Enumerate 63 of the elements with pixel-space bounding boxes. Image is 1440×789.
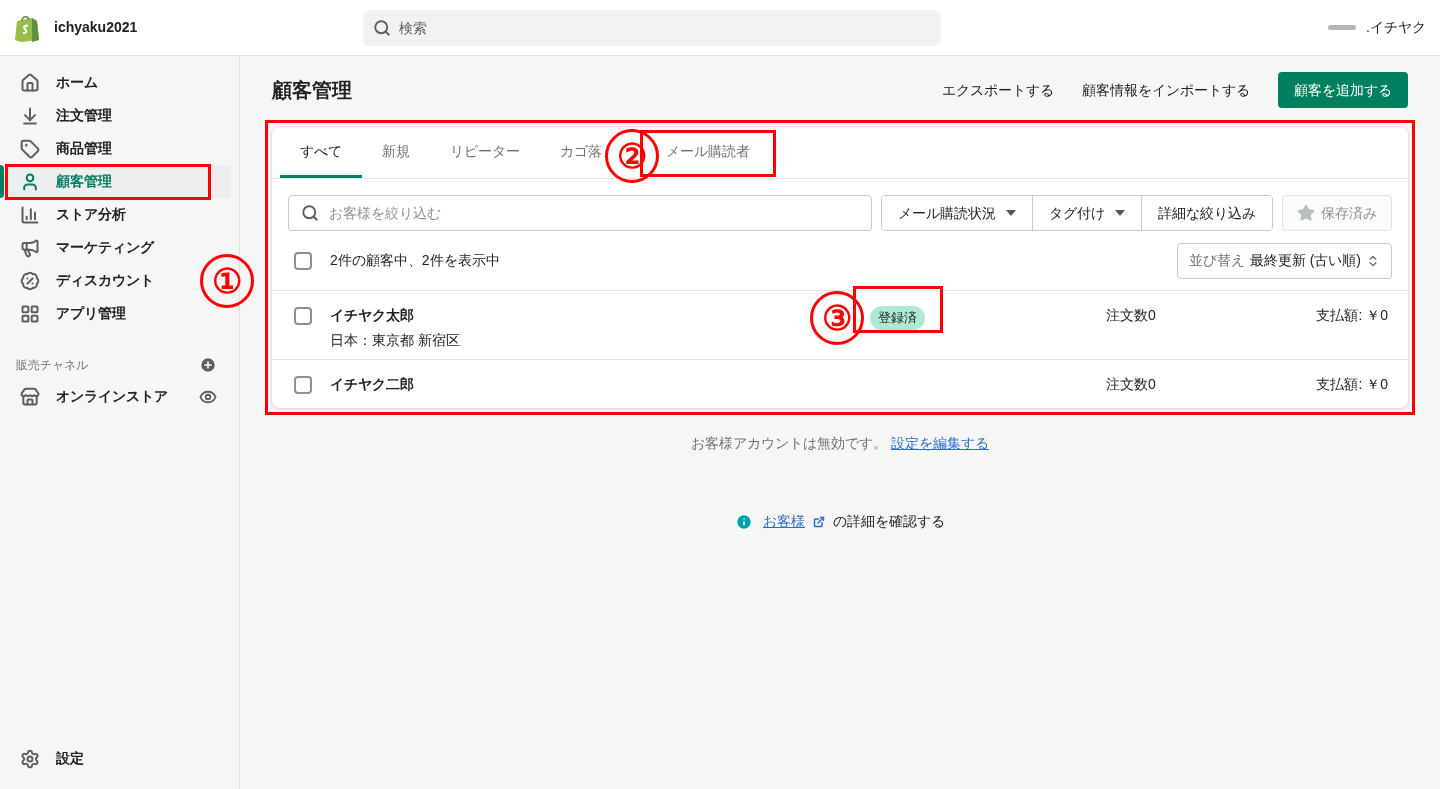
bar-chart-icon	[20, 204, 40, 225]
status-badge: 登録済	[870, 306, 925, 330]
search-icon	[373, 18, 392, 37]
section-heading: 販売チャネル	[16, 357, 88, 374]
customer-location: 日本：東京都 新宿区	[330, 331, 460, 350]
customer-name[interactable]: イチヤク二郎	[330, 374, 414, 395]
account-name[interactable]: .イチヤク	[1366, 17, 1426, 38]
search-field[interactable]: 検索	[363, 9, 942, 46]
notice-text: お客様アカウントは無効です。 設定を編集する	[690, 434, 990, 453]
step-marker: ①	[200, 254, 254, 308]
add-customer-button[interactable]: 顧客を追加する	[1278, 72, 1408, 108]
caret-icon	[1006, 210, 1016, 216]
store-icon	[20, 386, 40, 407]
edit-settings-link[interactable]: 設定を編集する	[890, 435, 989, 451]
customer-name[interactable]: イチヤク太郎	[330, 305, 414, 326]
sidebar-item[interactable]: アプリ管理	[0, 297, 130, 330]
download-icon	[20, 105, 40, 126]
amount-spent: 支払額: ￥0	[1316, 375, 1388, 394]
sidebar-item[interactable]: 注文管理	[0, 99, 116, 132]
checkbox[interactable]	[294, 376, 312, 394]
star-icon	[1297, 204, 1315, 222]
tab[interactable]: リピーター	[430, 127, 540, 178]
logo-icon	[1328, 25, 1357, 30]
customers-link[interactable]: お客様	[763, 511, 805, 532]
action-button[interactable]: 顧客情報をインポートする	[1082, 79, 1250, 101]
sidebar-item[interactable]: オンラインストア	[56, 386, 199, 407]
action-button[interactable]: エクスポートする	[942, 79, 1054, 101]
tab[interactable]: すべて	[280, 127, 362, 178]
tab[interactable]: 新規	[362, 127, 430, 178]
person-icon	[20, 171, 40, 192]
search-icon	[301, 204, 319, 222]
page-title: 顧客管理	[272, 78, 352, 103]
settings-icon	[20, 748, 40, 769]
checkbox[interactable]	[294, 251, 312, 270]
checkbox[interactable]	[294, 307, 312, 325]
sort-select[interactable]: 並び替え 最終更新 (古い順)	[1176, 242, 1392, 279]
percent-badge-icon	[20, 270, 40, 291]
active-indicator	[0, 165, 4, 198]
help-text: の詳細を確認する	[833, 512, 945, 531]
tag-icon	[20, 138, 40, 159]
add-icon[interactable]	[199, 356, 217, 374]
caret-icon	[1115, 210, 1125, 216]
amount-spent: 支払額: ￥0	[1316, 306, 1388, 325]
store-name[interactable]: ichyaku2021	[54, 17, 138, 38]
filter-button[interactable]: 詳細な絞り込み	[1141, 196, 1272, 230]
sidebar-item[interactable]: マーケティング	[0, 231, 158, 264]
order-count: 注文数0	[1106, 306, 1156, 325]
sidebar-item[interactable]: ホーム	[0, 66, 102, 99]
info-icon	[735, 512, 753, 531]
megaphone-icon	[20, 237, 40, 258]
home-icon	[20, 72, 40, 93]
tab[interactable]: カゴ落	[540, 127, 602, 178]
sidebar-item[interactable]: 設定	[56, 748, 84, 769]
sidebar-item[interactable]: ストア分析	[0, 198, 130, 231]
step-marker: ③	[810, 291, 864, 345]
external-link-icon	[813, 515, 825, 528]
filter-field[interactable]: お客様を絞り込む	[288, 195, 872, 231]
order-count: 注文数0	[1106, 375, 1156, 394]
grid-icon	[20, 303, 40, 324]
sidebar-item[interactable]: 商品管理	[0, 132, 116, 165]
sidebar-item[interactable]: ディスカウント	[0, 264, 158, 297]
shopping-bag-icon[interactable]	[14, 13, 40, 42]
results-summary: 2件の顧客中、2件を表示中	[330, 251, 500, 270]
